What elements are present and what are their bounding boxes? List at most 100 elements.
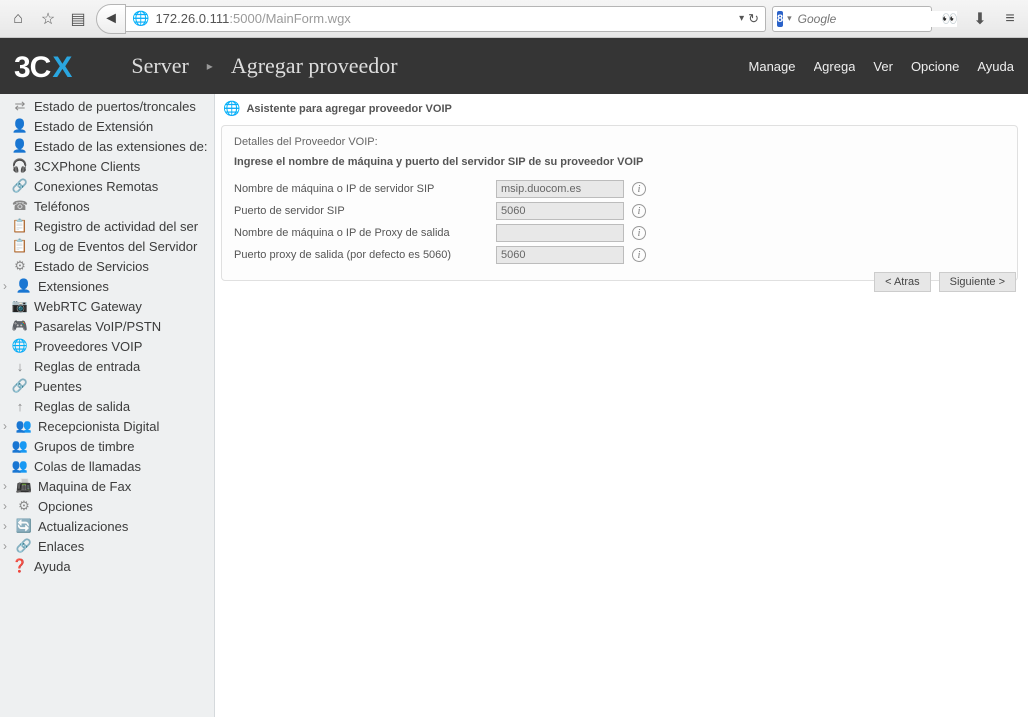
sidebar-item-label: Estado de las extensiones de: xyxy=(34,139,207,154)
home-icon[interactable]: ⌂ xyxy=(6,7,30,31)
topnav-item[interactable]: Manage xyxy=(749,59,796,74)
dropdown-icon[interactable]: ▾ xyxy=(739,13,744,24)
info-icon[interactable]: i xyxy=(632,248,646,262)
gear-icon: ⚙ xyxy=(12,258,28,274)
sidebar-item[interactable]: 🔗Conexiones Remotas xyxy=(0,176,214,196)
help-icon: ❓ xyxy=(12,558,28,574)
content: 🌐 Asistente para agregar proveedor VOIP … xyxy=(215,94,1028,717)
sidebar-item[interactable]: ⚙Estado de Servicios xyxy=(0,256,214,276)
logo: 3CX xyxy=(14,51,71,85)
sidebar-item-label: Opciones xyxy=(38,499,93,514)
info-icon[interactable]: i xyxy=(632,182,646,196)
clients-icon: 🎧 xyxy=(12,158,28,174)
log-icon: 📋 xyxy=(12,238,28,254)
sidebar-item[interactable]: 👥 Recepcionista Digital xyxy=(0,416,214,436)
sidebar-item-label: Registro de actividad del ser xyxy=(34,219,198,234)
sidebar-item[interactable]: 👤 Estado de Extensión xyxy=(0,116,214,136)
field-input[interactable] xyxy=(496,224,624,242)
field-label: Nombre de máquina o IP de servidor SIP xyxy=(234,183,496,195)
sidebar-item-label: Log de Eventos del Servidor xyxy=(34,239,197,254)
sidebar-item[interactable]: 🎮 Pasarelas VoIP/PSTN xyxy=(0,316,214,336)
link-icon: 🔗 xyxy=(16,538,32,554)
update-icon: 🔄 xyxy=(16,518,32,534)
sidebar-item-label: Pasarelas VoIP/PSTN xyxy=(34,319,161,334)
sidebar-item[interactable]: ↓Reglas de entrada xyxy=(0,356,214,376)
logo-right: X xyxy=(52,51,71,85)
search-input[interactable] xyxy=(796,11,957,27)
sidebar-item-label: Actualizaciones xyxy=(38,519,128,534)
menu-icon[interactable]: ≡ xyxy=(998,7,1022,31)
sidebar-item[interactable]: 🔄 Actualizaciones xyxy=(0,516,214,536)
sidebar-item[interactable]: 🌐Proveedores VOIP xyxy=(0,336,214,356)
gateway-icon: 🎮 xyxy=(12,318,28,334)
sidebar-item[interactable]: 👥Colas de llamadas xyxy=(0,456,214,476)
wizard-title-row: 🌐 Asistente para agregar proveedor VOIP xyxy=(215,94,1028,125)
search-box[interactable]: 8 ▾ xyxy=(772,6,932,32)
sidebar-item[interactable]: 🔗Puentes xyxy=(0,376,214,396)
back-button[interactable]: < Atras xyxy=(874,272,931,292)
sidebar-item[interactable]: ↑ Reglas de salida xyxy=(0,396,214,416)
field-input[interactable] xyxy=(496,180,624,198)
sidebar-item[interactable]: ⚙Opciones xyxy=(0,496,214,516)
google-badge-icon: 8 xyxy=(777,11,783,27)
next-button[interactable]: Siguiente > xyxy=(939,272,1016,292)
info-icon[interactable]: i xyxy=(632,204,646,218)
app-header: 3CX Server ▸ Agregar proveedor Manage Ag… xyxy=(0,38,1028,94)
field-input[interactable] xyxy=(496,246,624,264)
sidebar-item-label: Teléfonos xyxy=(34,199,90,214)
out-icon: ↑ xyxy=(12,398,28,414)
sidebar: ⇄Estado de puertos/troncales 👤 Estado de E… xyxy=(0,94,215,717)
sidebar-item[interactable]: 👤Extensiones xyxy=(0,276,214,296)
form-row: Puerto proxy de salida (por defecto es 5… xyxy=(234,244,1005,266)
topnav-item[interactable]: Opcione xyxy=(911,59,959,74)
download-icon[interactable]: ⬇ xyxy=(968,7,992,31)
breadcrumb: Server ▸ Agregar proveedor xyxy=(131,53,397,79)
sidebar-item[interactable]: 📋Registro de actividad del ser xyxy=(0,216,214,236)
sidebar-item[interactable]: ⇄Estado de puertos/troncales xyxy=(0,96,214,116)
sidebar-item-label: Colas de llamadas xyxy=(34,459,141,474)
topnav-item[interactable]: Ayuda xyxy=(977,59,1014,74)
phone-icon: ☎ xyxy=(12,198,28,214)
binoculars-icon[interactable]: 👀 xyxy=(938,7,962,31)
globe-icon: 🌐 xyxy=(223,100,240,117)
sidebar-item-label: WebRTC Gateway xyxy=(34,299,142,314)
reload-icon[interactable]: ↻ xyxy=(748,11,759,27)
bookmark-icon[interactable]: ☆ xyxy=(36,7,60,31)
chevron-right-icon: ▸ xyxy=(207,59,213,74)
sidebar-item-label: Recepcionista Digital xyxy=(38,419,159,434)
topnav-item[interactable]: Ver xyxy=(873,59,893,74)
url-bar[interactable]: 🌐 172.26.0.111:5000/MainForm.wgx ▾ ↻ xyxy=(126,6,766,32)
sidebar-item[interactable]: 👤Estado de las extensiones de: xyxy=(0,136,214,156)
sidebar-item[interactable]: 📷 WebRTC Gateway xyxy=(0,296,214,316)
sidebar-item-label: 3CXPhone Clients xyxy=(34,159,140,174)
sidebar-item-label: Reglas de salida xyxy=(34,399,130,414)
sidebar-item[interactable]: 🎧 3CXPhone Clients xyxy=(0,156,214,176)
breadcrumb-server[interactable]: Server xyxy=(131,53,188,79)
field-label: Puerto de servidor SIP xyxy=(234,205,496,217)
fax-icon: 📠 xyxy=(16,478,32,494)
bridge-icon: 🔗 xyxy=(12,378,28,394)
sidebar-item[interactable]: 🔗Enlaces xyxy=(0,536,214,556)
sidebar-item[interactable]: 👥Grupos de timbre xyxy=(0,436,214,456)
sidebar-item[interactable]: 📋 Log de Eventos del Servidor xyxy=(0,236,214,256)
wizard-nav: < Atras Siguiente > xyxy=(874,272,1016,292)
topnav: Manage Agrega Ver Opcione Ayuda xyxy=(749,59,1014,74)
ext-icon: 👤 xyxy=(12,118,28,134)
clipboard-icon[interactable]: ▤ xyxy=(66,7,90,31)
webrtc-icon: 📷 xyxy=(12,298,28,314)
dropdown-icon[interactable]: ▾ xyxy=(787,13,792,24)
ivr-icon: 👥 xyxy=(16,418,32,434)
in-icon: ↓ xyxy=(12,358,28,374)
field-input[interactable] xyxy=(496,202,624,220)
sidebar-item[interactable]: 📠Maquina de Fax xyxy=(0,476,214,496)
url-host: 172.26.0.111 xyxy=(155,11,229,26)
sidebar-item-label: Estado de Extensión xyxy=(34,119,153,134)
logo-left: 3C xyxy=(14,51,50,85)
panel-title: Detalles del Proveedor VOIP: xyxy=(234,136,1005,148)
sidebar-item[interactable]: ❓Ayuda xyxy=(0,556,214,576)
url-wrap: ◄ 🌐 172.26.0.111:5000/MainForm.wgx ▾ ↻ xyxy=(96,4,766,34)
info-icon[interactable]: i xyxy=(632,226,646,240)
back-button[interactable]: ◄ xyxy=(96,4,126,34)
sidebar-item[interactable]: ☎ Teléfonos xyxy=(0,196,214,216)
topnav-item[interactable]: Agrega xyxy=(814,59,856,74)
